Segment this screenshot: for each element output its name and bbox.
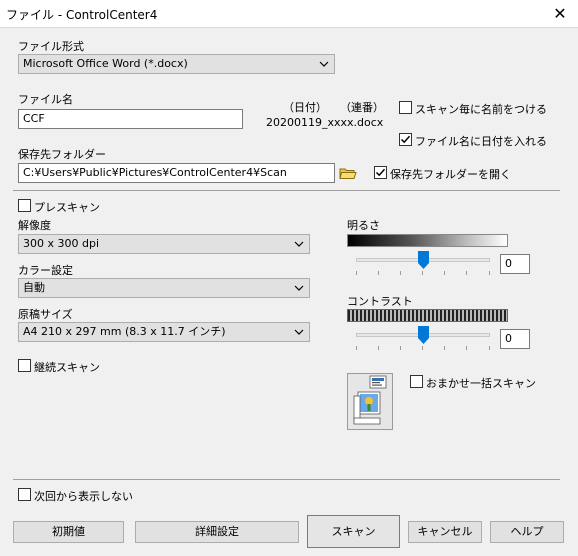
chevron-down-icon: [294, 241, 304, 247]
color-select[interactable]: 自動: [18, 278, 310, 298]
prescan-label: プレスキャン: [34, 201, 100, 214]
contrast-slider-thumb[interactable]: [417, 326, 429, 344]
brightness-slider-thumb[interactable]: [417, 251, 429, 269]
contrast-value-input[interactable]: 0: [500, 329, 530, 349]
doc-size-value: A4 210 x 297 mm (8.3 x 11.7 インチ): [23, 325, 226, 338]
color-value: 自動: [23, 281, 45, 294]
open-folder-label: 保存先フォルダーを開く: [390, 168, 511, 181]
advanced-settings-button[interactable]: 詳細設定: [135, 521, 299, 543]
file-name-label: ファイル名: [18, 93, 73, 106]
file-format-value: Microsoft Office Word (*.docx): [23, 57, 188, 70]
brightness-gradient: [347, 234, 508, 247]
brightness-label: 明るさ: [347, 219, 380, 232]
serial-label: （連番）: [340, 101, 384, 114]
continuous-scan-checkbox[interactable]: [18, 359, 31, 372]
auto-crop-checkbox[interactable]: [410, 375, 423, 388]
brightness-value-input[interactable]: 0: [500, 254, 530, 274]
color-label: カラー設定: [18, 264, 73, 277]
dont-show-checkbox[interactable]: [18, 488, 31, 501]
save-folder-label: 保存先フォルダー: [18, 148, 106, 161]
chevron-down-icon: [294, 329, 304, 335]
file-format-label: ファイル形式: [18, 40, 84, 53]
file-name-preview: 20200119_xxxx.docx: [266, 116, 384, 129]
resolution-value: 300 x 300 dpi: [23, 237, 100, 250]
chevron-down-icon: [294, 285, 304, 291]
doc-size-label: 原稿サイズ: [18, 308, 73, 321]
default-button[interactable]: 初期値: [13, 521, 124, 543]
brightness-ticks: [356, 271, 490, 275]
contrast-label: コントラスト: [347, 295, 413, 308]
continuous-scan-label: 継続スキャン: [34, 361, 100, 374]
add-date-label: ファイル名に日付を入れる: [415, 135, 547, 148]
help-button[interactable]: ヘルプ: [490, 521, 564, 543]
prescan-checkbox[interactable]: [18, 199, 31, 212]
file-format-select[interactable]: Microsoft Office Word (*.docx): [18, 54, 335, 74]
resolution-select[interactable]: 300 x 300 dpi: [18, 234, 310, 254]
folder-icon[interactable]: [339, 165, 357, 181]
file-name-input[interactable]: CCF: [18, 109, 243, 129]
name-each-scan-label: スキャン毎に名前をつける: [415, 103, 547, 116]
window-title: ファイル - ControlCenter4: [6, 8, 158, 22]
dont-show-label: 次回から表示しない: [34, 490, 133, 503]
divider: [13, 479, 560, 480]
scan-button[interactable]: スキャン: [307, 515, 400, 548]
add-date-checkbox[interactable]: [399, 133, 412, 146]
divider: [13, 190, 560, 191]
cancel-button[interactable]: キャンセル: [408, 521, 482, 543]
contrast-ticks: [356, 346, 490, 350]
title-bar: ファイル - ControlCenter4 ✕: [0, 0, 578, 28]
auto-crop-illustration-icon: [347, 373, 393, 430]
contrast-pattern: [347, 309, 508, 322]
close-icon[interactable]: ✕: [546, 2, 574, 26]
auto-crop-label: おまかせ一括スキャン: [426, 377, 536, 390]
doc-size-select[interactable]: A4 210 x 297 mm (8.3 x 11.7 インチ): [18, 322, 310, 342]
date-label: （日付）: [283, 101, 327, 114]
resolution-label: 解像度: [18, 219, 51, 232]
save-folder-input[interactable]: C:¥Users¥Public¥Pictures¥ControlCenter4¥…: [18, 163, 335, 183]
checkmark-icon: [400, 135, 411, 144]
name-each-scan-checkbox[interactable]: [399, 101, 412, 114]
checkmark-icon: [375, 168, 386, 177]
open-folder-checkbox[interactable]: [374, 166, 387, 179]
chevron-down-icon: [319, 61, 329, 67]
